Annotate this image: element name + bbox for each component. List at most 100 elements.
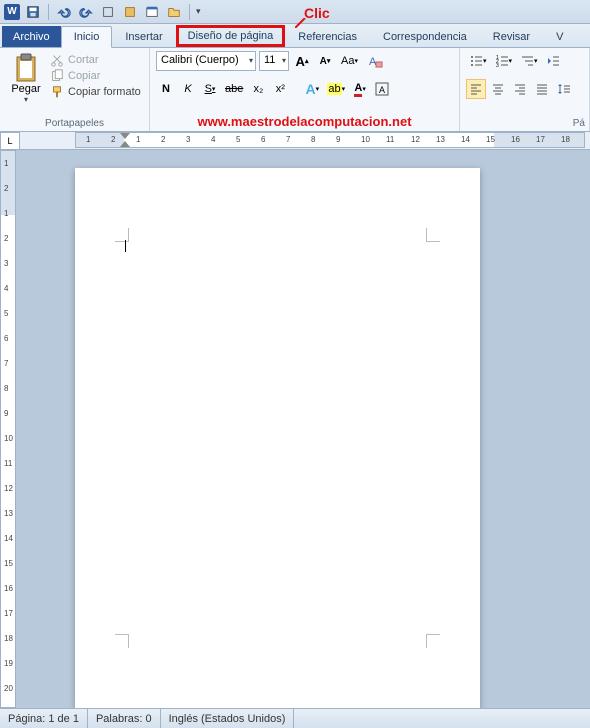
indent-marker[interactable] <box>120 133 130 139</box>
dropdown-icon: ▾ <box>24 95 28 104</box>
ruler-tick: 17 <box>536 135 545 144</box>
ruler-tick: 11 <box>386 135 394 144</box>
status-words[interactable]: Palabras: 0 <box>88 709 161 728</box>
tab-references[interactable]: Referencias <box>285 26 370 47</box>
tab-home[interactable]: Inicio <box>61 26 113 48</box>
ruler-tick: 14 <box>4 534 13 543</box>
group-font: Calibri (Cuerpo)▾ 11▾ A▴ A▾ Aa▾ A N K S▾… <box>150 48 460 131</box>
ruler-tick: 15 <box>4 559 13 568</box>
margin-mark <box>426 228 440 242</box>
ruler-tick: 18 <box>561 135 570 144</box>
format-painter-button[interactable]: Copiar formato <box>50 85 141 99</box>
ruler-tick: 3 <box>4 259 8 268</box>
group-clipboard: Pegar ▾ Cortar Copiar Copiar formato Por… <box>0 48 150 131</box>
underline-button[interactable]: S▾ <box>200 79 220 99</box>
chevron-down-icon: ▾ <box>249 56 253 65</box>
ruler-tick: 8 <box>311 135 315 144</box>
ruler-tick: 14 <box>461 135 470 144</box>
ruler-tick: 16 <box>4 584 13 593</box>
ruler-tick: 16 <box>511 135 520 144</box>
tab-mail[interactable]: Correspondencia <box>370 26 480 47</box>
ruler-bar: L 12123456789101112131415161718 <box>0 132 590 150</box>
align-left-button[interactable] <box>466 79 486 99</box>
annotation-clic: Clic <box>304 5 330 21</box>
qat-dropdown-icon[interactable]: ▾ <box>196 6 206 17</box>
strike-button[interactable]: abe <box>222 79 246 99</box>
open-icon[interactable] <box>165 3 183 21</box>
tab-view[interactable]: V <box>543 26 576 47</box>
horizontal-ruler[interactable]: 12123456789101112131415161718 <box>75 132 585 148</box>
watermark-url: www.maestrodelacomputacion.net <box>150 113 459 131</box>
shrink-font-button[interactable]: A▾ <box>315 51 335 71</box>
font-color-button[interactable]: A▾ <box>350 79 370 99</box>
ruler-tick: 7 <box>286 135 290 144</box>
ruler-tick: 2 <box>4 184 8 193</box>
qat-btn[interactable] <box>121 3 139 21</box>
copy-button[interactable]: Copiar <box>50 69 141 83</box>
paste-button[interactable]: Pegar ▾ <box>6 51 46 117</box>
qat-btn[interactable] <box>99 3 117 21</box>
ruler-tick: 7 <box>4 359 8 368</box>
ribbon: Pegar ▾ Cortar Copiar Copiar formato Por… <box>0 48 590 132</box>
qat-btn[interactable] <box>143 3 161 21</box>
grow-font-button[interactable]: A▴ <box>292 51 312 71</box>
group-paragraph: ▾ 123▾ ▾ Pá <box>460 48 590 131</box>
ruler-tick: 10 <box>4 434 13 443</box>
line-spacing-button[interactable] <box>554 79 574 99</box>
ruler-tick: 13 <box>4 509 13 518</box>
margin-mark <box>115 634 129 648</box>
ruler-tick: 5 <box>4 309 8 318</box>
align-right-button[interactable] <box>510 79 530 99</box>
text-effects-button[interactable]: A▾ <box>302 79 322 99</box>
status-page[interactable]: Página: 1 de 1 <box>0 709 88 728</box>
save-icon[interactable] <box>24 3 42 21</box>
bold-button[interactable]: N <box>156 79 176 99</box>
ruler-tick: 6 <box>4 334 8 343</box>
justify-button[interactable] <box>532 79 552 99</box>
superscript-button[interactable]: x² <box>270 79 290 99</box>
bullets-button[interactable]: ▾ <box>466 51 490 71</box>
subscript-button[interactable]: x₂ <box>248 79 268 99</box>
vertical-ruler[interactable]: 1212345678910111213141516171819202122 <box>0 150 16 708</box>
tab-selector[interactable]: L <box>0 132 20 150</box>
svg-text:A: A <box>379 85 385 95</box>
multilevel-button[interactable]: ▾ <box>517 51 541 71</box>
group-label: Portapapeles <box>0 117 149 131</box>
tab-review[interactable]: Revisar <box>480 26 543 47</box>
ruler-tick: 13 <box>436 135 445 144</box>
group-label: Pá <box>460 117 589 131</box>
undo-icon[interactable] <box>55 3 73 21</box>
tab-insert[interactable]: Insertar <box>112 26 175 47</box>
ruler-tick: 17 <box>4 609 13 618</box>
italic-button[interactable]: K <box>178 79 198 99</box>
ruler-tick: 1 <box>4 159 8 168</box>
text-cursor <box>125 240 126 252</box>
cut-button[interactable]: Cortar <box>50 53 141 67</box>
font-size-select[interactable]: 11▾ <box>259 51 289 71</box>
ruler-tick: 9 <box>336 135 340 144</box>
redo-icon[interactable] <box>77 3 95 21</box>
font-name-select[interactable]: Calibri (Cuerpo)▾ <box>156 51 256 71</box>
decrease-indent-button[interactable] <box>543 51 563 71</box>
ruler-tick: 2 <box>4 234 8 243</box>
ruler-tick: 1 <box>136 135 140 144</box>
ruler-tick: 1 <box>4 209 8 218</box>
tab-file[interactable]: Archivo <box>2 26 61 47</box>
ruler-tick: 2 <box>111 135 115 144</box>
ruler-tick: 11 <box>4 459 12 468</box>
margin-mark <box>115 228 129 242</box>
tab-page-layout[interactable]: Diseño de página <box>176 25 286 47</box>
document-page[interactable] <box>75 168 480 708</box>
ruler-tick: 5 <box>236 135 240 144</box>
indent-marker[interactable] <box>120 141 130 147</box>
document-area: 1212345678910111213141516171819202122 <box>0 150 590 708</box>
status-language[interactable]: Inglés (Estados Unidos) <box>161 709 295 728</box>
char-border-button[interactable]: A <box>372 79 392 99</box>
ruler-tick: 6 <box>261 135 265 144</box>
numbering-button[interactable]: 123▾ <box>492 51 516 71</box>
clear-format-button[interactable]: A <box>364 51 386 71</box>
ruler-tick: 2 <box>161 135 165 144</box>
align-center-button[interactable] <box>488 79 508 99</box>
change-case-button[interactable]: Aa▾ <box>338 51 361 71</box>
highlight-button[interactable]: ab▾ <box>324 79 348 99</box>
